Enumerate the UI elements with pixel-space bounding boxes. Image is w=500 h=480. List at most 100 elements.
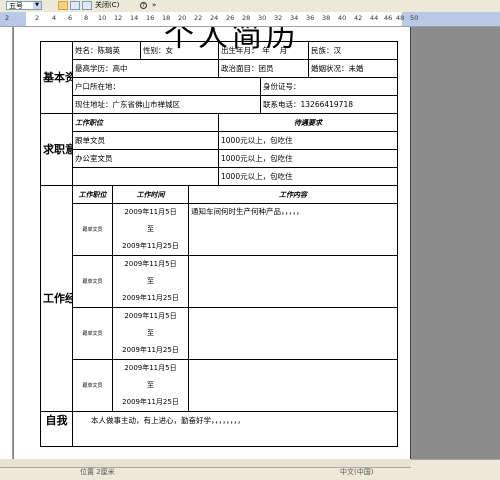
id-number-cell[interactable]: 身份证号： xyxy=(259,77,399,96)
exp-end: 2009年11月25日 xyxy=(122,294,179,302)
table-row: 自我 本人做事主动，有上进心，勤奋好学，，，，，，，， xyxy=(40,411,399,447)
ruler-number: 14 xyxy=(130,14,139,22)
marital-cell[interactable]: 婚姻状况：未婚 xyxy=(308,59,399,78)
intent-position[interactable]: 办公室文员 xyxy=(72,149,219,168)
page-icon[interactable] xyxy=(70,1,80,10)
ruler-margin-left xyxy=(0,12,26,26)
table-row: 跟单文员 2009年11月5日 至 2009年11月25日 xyxy=(41,359,399,412)
ruler-number: 50 xyxy=(410,14,419,22)
exp-position[interactable]: 跟单文员 xyxy=(72,359,113,412)
section-self: 自我 xyxy=(40,411,73,447)
toolbar-overflow-icon[interactable]: » xyxy=(152,0,156,11)
document-page[interactable]: 个人简历 基本资料 姓名：陈璐英 性别：女 出生年月： 年 月 民族：汉 最高学… xyxy=(14,27,411,459)
exp-to: 至 xyxy=(147,225,154,233)
exp-end: 2009年11月25日 xyxy=(122,346,179,354)
exp-start: 2009年11月5日 xyxy=(124,208,177,216)
exp-content[interactable] xyxy=(187,359,399,412)
exp-to: 至 xyxy=(147,277,154,285)
exp-start: 2009年11月5日 xyxy=(124,312,177,320)
table-row: 跟单文员 2009年11月5日 至 2009年11月25日 通知车间何时生产何种… xyxy=(41,203,399,256)
ruler-number: 28 xyxy=(242,14,251,22)
ruler-number: 18 xyxy=(162,14,171,22)
education-cell[interactable]: 最高学历：高中 xyxy=(72,59,219,78)
name-cell[interactable]: 姓名：陈璐英 xyxy=(72,41,141,60)
vertical-ruler[interactable] xyxy=(0,27,13,459)
ruler-number: 34 xyxy=(290,14,299,22)
ruler-number: 36 xyxy=(306,14,315,22)
exp-period[interactable]: 2009年11月5日 至 2009年11月25日 xyxy=(112,359,189,412)
exp-period-header: 工作时间 xyxy=(112,185,189,204)
table-row: 跟单文员 1000元以上，包吃住 xyxy=(41,131,399,150)
exp-to: 至 xyxy=(147,329,154,337)
intent-requirement[interactable]: 1000元以上，包吃住 xyxy=(217,167,399,186)
exp-content-header: 工作内容 xyxy=(187,185,399,204)
birth-cell[interactable]: 出生年月： 年 月 xyxy=(217,41,310,60)
exp-period[interactable]: 2009年11月5日 至 2009年11月25日 xyxy=(112,203,189,256)
ruler-number: 42 xyxy=(354,14,363,22)
exp-content[interactable] xyxy=(187,255,399,308)
chevron-down-icon[interactable]: ▼ xyxy=(33,2,41,9)
horizontal-ruler[interactable]: 2 2 4 6 8 10 12 14 16 18 20 22 24 26 28 … xyxy=(0,12,500,27)
close-button[interactable]: 关闭(C) xyxy=(95,0,119,11)
ruler-number: 8 xyxy=(84,14,89,22)
exp-position[interactable]: 跟单文员 xyxy=(72,203,113,256)
status-position: 位置 2厘米 xyxy=(80,468,115,476)
ruler-number: 2 xyxy=(5,14,10,22)
status-language: 中文(中国) xyxy=(340,468,374,476)
ruler-number: 48 xyxy=(396,14,405,22)
table-row: 求职意向 工作职位 待遇要求 xyxy=(40,113,399,186)
hukou-cell[interactable]: 户口所在地： xyxy=(72,77,261,96)
table-row: 跟单文员 2009年11月5日 至 2009年11月25日 xyxy=(41,307,399,360)
exp-end: 2009年11月25日 xyxy=(122,242,179,250)
intent-requirement[interactable]: 1000元以上，包吃住 xyxy=(217,131,399,150)
exp-to: 至 xyxy=(147,381,154,389)
section-basic: 基本资料 xyxy=(40,41,73,114)
document-icon[interactable] xyxy=(82,1,92,10)
intent-position[interactable] xyxy=(72,167,219,186)
gender-cell[interactable]: 性别：女 xyxy=(140,41,219,60)
exp-content[interactable] xyxy=(187,307,399,360)
format-painter-icon[interactable] xyxy=(58,1,68,10)
help-icon[interactable]: ? xyxy=(140,2,147,9)
intent-requirement[interactable]: 1000元以上，包吃住 xyxy=(217,149,399,168)
political-cell[interactable]: 政治面目：团员 xyxy=(217,59,310,78)
ruler-number: 24 xyxy=(210,14,219,22)
ruler-number: 44 xyxy=(370,14,379,22)
resume-table[interactable]: 基本资料 姓名：陈璐英 性别：女 出生年月： 年 月 民族：汉 最高学历：高中 … xyxy=(40,41,399,447)
ruler-number: 10 xyxy=(98,14,107,22)
table-row: 最高学历：高中 政治面目：团员 婚姻状况：未婚 xyxy=(41,59,399,78)
table-row: 基本资料 姓名：陈璐英 性别：女 出生年月： 年 月 民族：汉 xyxy=(40,41,399,114)
exp-period[interactable]: 2009年11月5日 至 2009年11月25日 xyxy=(112,255,189,308)
ruler-number: 46 xyxy=(384,14,393,22)
exp-period[interactable]: 2009年11月5日 至 2009年11月25日 xyxy=(112,307,189,360)
table-row: 跟单文员 2009年11月5日 至 2009年11月25日 xyxy=(41,255,399,308)
workspace-background xyxy=(411,27,500,459)
address-cell[interactable]: 现住地址：广东省佛山市禅城区 xyxy=(72,95,261,114)
phone-cell[interactable]: 联系电话：13266419718 xyxy=(259,95,399,114)
ruler-number: 6 xyxy=(68,14,73,22)
exp-end: 2009年11月25日 xyxy=(122,398,179,406)
self-evaluation-text[interactable]: 本人做事主动，有上进心，勤奋好学，，，，，，，， xyxy=(71,411,399,447)
table-row: 1000元以上，包吃住 xyxy=(41,167,399,186)
font-size-combo[interactable]: 五号 ▼ xyxy=(6,1,42,10)
exp-position[interactable]: 跟单文员 xyxy=(72,255,113,308)
exp-start: 2009年11月5日 xyxy=(124,260,177,268)
table-row: 工作经历 工作职位 工作时间 工作内容 xyxy=(40,185,399,412)
ruler-number: 20 xyxy=(178,14,187,22)
section-experience: 工作经历 xyxy=(40,185,73,412)
ruler-number: 26 xyxy=(226,14,235,22)
ruler-number: 32 xyxy=(274,14,283,22)
table-row: 户口所在地： 身份证号： xyxy=(41,77,399,96)
ruler-number: 22 xyxy=(194,14,203,22)
exp-position-header: 工作职位 xyxy=(72,185,113,204)
ruler-number: 40 xyxy=(338,14,347,22)
section-job-intent: 求职意向 xyxy=(40,113,73,186)
ruler-number: 30 xyxy=(258,14,267,22)
intent-position[interactable]: 跟单文员 xyxy=(72,131,219,150)
exp-position[interactable]: 跟单文员 xyxy=(72,307,113,360)
ruler-number: 16 xyxy=(146,14,155,22)
ruler-number: 38 xyxy=(322,14,331,22)
exp-content[interactable]: 通知车间何时生产何种产品，，，，， xyxy=(187,203,399,256)
ethnicity-cell[interactable]: 民族：汉 xyxy=(308,41,399,60)
intent-requirement-header: 待遇要求 xyxy=(217,113,399,132)
